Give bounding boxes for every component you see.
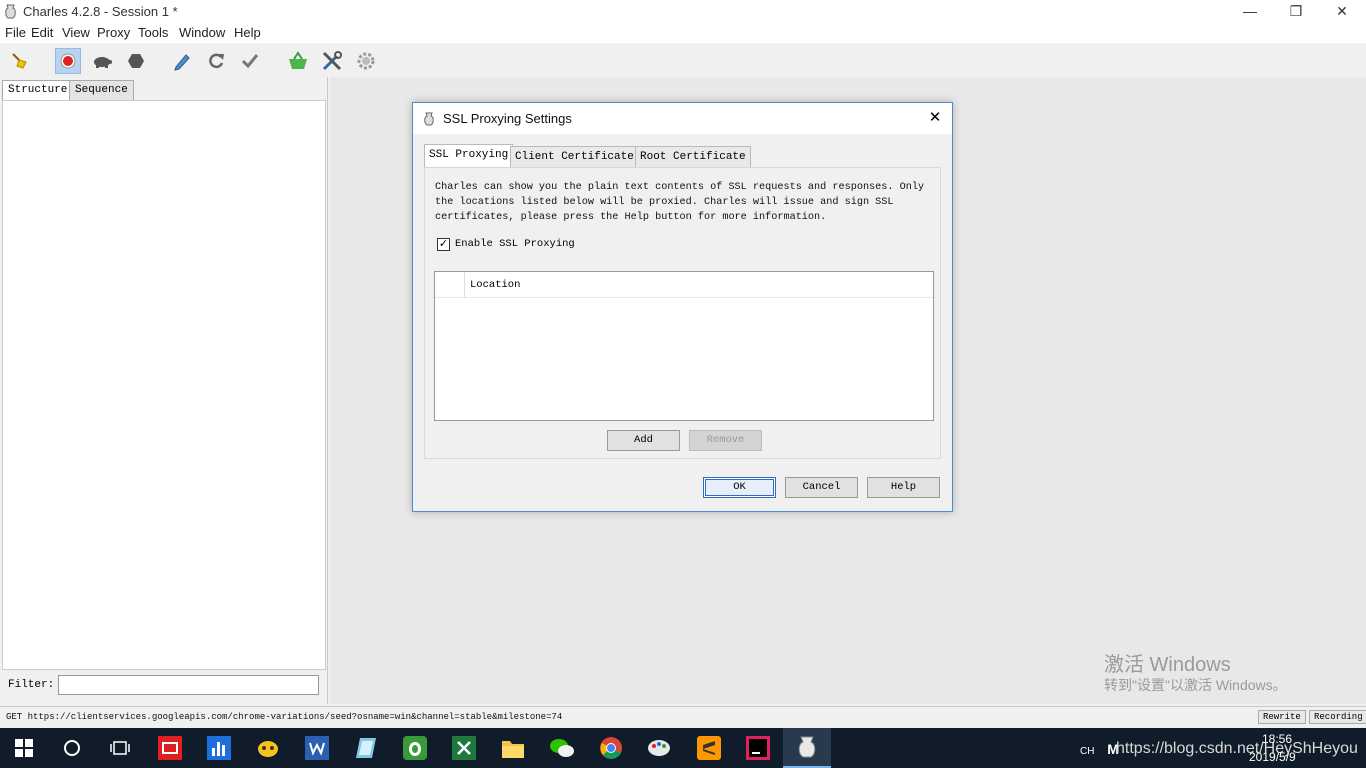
enable-ssl-proxying-checkbox[interactable]: ✓: [437, 238, 450, 251]
tools-icon[interactable]: [319, 48, 345, 74]
file-explorer-icon[interactable]: [489, 728, 537, 768]
filter-label: Filter:: [8, 679, 55, 691]
basket-icon[interactable]: [285, 48, 311, 74]
clock-time[interactable]: 18:56: [1262, 732, 1292, 746]
word-icon[interactable]: [293, 728, 341, 768]
close-button[interactable]: ✕: [1319, 0, 1365, 24]
chart-app-icon[interactable]: [195, 728, 243, 768]
recording-button[interactable]: Recording: [1309, 710, 1366, 724]
menu-proxy[interactable]: Proxy: [97, 25, 130, 40]
table-header-checkbox-column: [435, 272, 465, 298]
evernote-icon[interactable]: [391, 728, 439, 768]
help-button[interactable]: Help: [867, 477, 940, 498]
menu-edit[interactable]: Edit: [31, 25, 53, 40]
rewrite-button[interactable]: Rewrite: [1258, 710, 1306, 724]
filter-input[interactable]: [58, 675, 319, 695]
notepad-icon[interactable]: [342, 728, 390, 768]
dialog-title: SSL Proxying Settings: [443, 111, 572, 126]
structure-panel: Structure Sequence Filter:: [0, 77, 328, 704]
csdn-watermark-url: https://blog.csdn.net/HeyShHeyou: [1116, 740, 1358, 757]
sublime-icon[interactable]: [685, 728, 733, 768]
compose-pen-icon[interactable]: [169, 48, 195, 74]
charles-jug-icon: [5, 4, 16, 19]
youdao-icon[interactable]: [146, 728, 194, 768]
charles-icon[interactable]: [783, 728, 831, 768]
toolbar: [0, 43, 1366, 77]
ssl-proxying-panel: Charles can show you the plain text cont…: [424, 167, 941, 459]
charles-jug-icon: [424, 112, 434, 126]
task-view-icon[interactable]: [96, 728, 144, 768]
menu-tools[interactable]: Tools: [138, 25, 168, 40]
excel-icon[interactable]: [440, 728, 488, 768]
tab-sequence[interactable]: Sequence: [69, 80, 134, 100]
enable-ssl-proxying-label[interactable]: Enable SSL Proxying: [455, 238, 575, 250]
validate-check-icon[interactable]: [237, 48, 263, 74]
tray-lang[interactable]: CH: [1080, 746, 1094, 757]
title-bar: Charles 4.2.8 - Session 1 * — ❐ ✕: [0, 0, 1366, 24]
menu-help[interactable]: Help: [234, 25, 261, 40]
tab-root-certificate[interactable]: Root Certificate: [635, 146, 751, 167]
breakpoints-hexagon-icon[interactable]: [123, 48, 149, 74]
clock-date[interactable]: 2019/5/9: [1249, 750, 1296, 764]
repeat-icon[interactable]: [203, 48, 229, 74]
input-language-indicator[interactable]: CH M: [1080, 741, 1119, 757]
chrome-icon[interactable]: [587, 728, 635, 768]
settings-gear-icon[interactable]: [353, 48, 379, 74]
record-icon[interactable]: [55, 48, 81, 74]
status-bar: GET https://clientservices.googleapis.co…: [0, 706, 1366, 727]
restore-button[interactable]: ❐: [1273, 0, 1319, 24]
windows-start-icon[interactable]: [0, 728, 48, 768]
minimize-button[interactable]: —: [1227, 0, 1273, 24]
activation-watermark-title: 激活 Windows: [1104, 654, 1231, 676]
paint-icon[interactable]: [636, 728, 684, 768]
window-title: Charles 4.2.8 - Session 1 *: [23, 4, 178, 19]
search-circle-icon[interactable]: [48, 728, 96, 768]
status-text: GET https://clientservices.googleapis.co…: [6, 712, 563, 722]
menu-window[interactable]: Window: [179, 25, 225, 40]
tab-structure[interactable]: Structure: [2, 80, 74, 102]
tab-client-certificates[interactable]: Client Certificates: [510, 146, 646, 167]
wechat-icon[interactable]: [538, 728, 586, 768]
remove-button[interactable]: Remove: [689, 430, 762, 451]
dialog-title-bar: SSL Proxying Settings ✕: [413, 103, 952, 134]
cancel-button[interactable]: Cancel: [785, 477, 858, 498]
activation-watermark-subtitle: 转到"设置"以激活 Windows。: [1104, 677, 1287, 693]
add-button[interactable]: Add: [607, 430, 680, 451]
broom-icon[interactable]: [7, 48, 33, 74]
bee-app-icon[interactable]: [244, 728, 292, 768]
windows-taskbar: CH M https://blog.csdn.net/HeyShHeyou 18…: [0, 728, 1366, 768]
menu-file[interactable]: File: [5, 25, 26, 40]
locations-table[interactable]: Location: [434, 271, 934, 421]
ok-button[interactable]: OK: [703, 477, 776, 498]
dialog-close-button[interactable]: ✕: [924, 107, 946, 129]
intellij-icon[interactable]: [734, 728, 782, 768]
ssl-proxying-dialog: SSL Proxying Settings ✕ SSL Proxying Cli…: [412, 102, 953, 512]
menu-bar: File Edit View Proxy Tools Window Help: [0, 24, 1366, 43]
structure-tree[interactable]: [2, 100, 326, 670]
tab-ssl-proxying[interactable]: SSL Proxying: [424, 144, 514, 168]
dialog-description: Charles can show you the plain text cont…: [435, 182, 925, 223]
throttle-turtle-icon[interactable]: [89, 48, 115, 74]
menu-view[interactable]: View: [62, 25, 90, 40]
table-header-location[interactable]: Location: [465, 272, 933, 298]
